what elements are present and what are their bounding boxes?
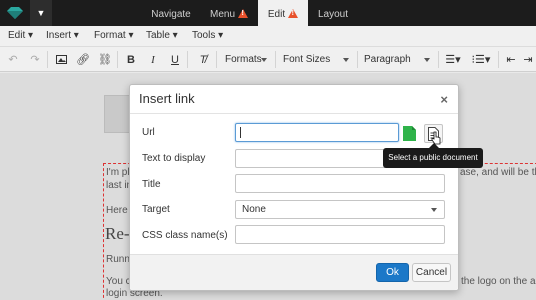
menu-tools-label: Tools [192, 30, 216, 41]
content-line: ase, and will be th [460, 167, 536, 178]
toolbar-divider [498, 51, 499, 68]
underline-button[interactable]: U [164, 50, 186, 69]
tab-navigate-label: Navigate [151, 9, 191, 20]
clear-formatting-button[interactable]: T̸ [192, 50, 214, 69]
tab-navigate[interactable]: Navigate [142, 0, 200, 26]
menu-table-label: Table [146, 30, 170, 41]
tab-layout[interactable]: Layout [310, 0, 356, 26]
italic-button[interactable]: I [142, 50, 164, 69]
close-button[interactable]: × [440, 92, 448, 107]
insert-link-dialog: Insert link × Url Text to display Title … [129, 84, 459, 291]
outdent-icon: ⇤ [506, 54, 516, 66]
menubar: Edit ▾ Insert ▾ Format ▾ Table ▾ Tools ▾ [0, 26, 536, 47]
tooltip: Select a public document [383, 143, 483, 168]
content-line: I'm pl [106, 167, 130, 178]
toolbar-divider [187, 51, 188, 68]
menu-insert-label: Insert [46, 30, 72, 41]
tab-layout-label: Layout [317, 9, 349, 20]
dialog-footer: Ok Cancel [130, 254, 458, 290]
unlink-button[interactable]: ⛓︎ [94, 50, 116, 69]
link-icon: 🔗︎ [76, 54, 90, 66]
text-cursor [240, 127, 241, 138]
chevron-down-icon [261, 58, 267, 62]
tab-edit[interactable]: Edit [258, 0, 308, 26]
menu-edit[interactable]: Edit ▾ [8, 30, 33, 41]
text-to-display-label: Text to display [142, 153, 206, 164]
undo-icon: ↶ [8, 54, 18, 66]
cancel-button[interactable]: Cancel [412, 263, 451, 282]
menu-format[interactable]: Format ▾ [94, 30, 133, 41]
tab-edit-label: Edit [267, 9, 286, 20]
diamond-logo-icon [7, 7, 23, 19]
content-line: You c [106, 276, 131, 287]
chevron-down-icon [343, 58, 349, 62]
dialog-title: Insert link [139, 91, 195, 106]
url-label: Url [142, 127, 155, 138]
toolbar-divider [438, 51, 439, 68]
bold-icon: B [127, 53, 135, 66]
content-heading: Re- [105, 224, 130, 243]
warning-icon [238, 9, 248, 18]
toolbar-divider [275, 51, 276, 68]
menu-format-label: Format [94, 30, 126, 41]
target-value: None [242, 204, 266, 215]
url-input[interactable] [235, 123, 399, 142]
bold-button[interactable]: B [120, 50, 142, 69]
numbered-list-button[interactable]: ☰▾ [440, 50, 466, 69]
editor-toolbar: ↶ ↷ 🔗︎ ⛓︎ B I U T̸ Formats Font Sizes Pa… [0, 47, 536, 72]
file-icon [403, 126, 416, 141]
bullet-list-icon: ⁝☰▾ [471, 54, 491, 66]
formats-dropdown[interactable]: Formats [219, 50, 273, 69]
toolbar-divider [117, 51, 118, 68]
clear-formatting-icon: T̸ [199, 53, 207, 66]
target-select[interactable]: None [235, 200, 445, 219]
formats-label: Formats [225, 54, 262, 65]
app-logo[interactable] [0, 0, 30, 26]
chevron-down-icon [431, 208, 437, 212]
browse-files-button[interactable] [400, 124, 419, 143]
title-input[interactable] [235, 174, 445, 193]
undo-button[interactable]: ↶ [2, 50, 24, 69]
toolbar-divider [216, 51, 217, 68]
font-sizes-label: Font Sizes [283, 54, 331, 65]
outdent-button[interactable]: ⇤ [500, 50, 522, 69]
css-class-input[interactable] [235, 225, 445, 244]
title-label: Title [142, 179, 161, 190]
insert-image-button[interactable] [50, 50, 72, 69]
numbered-list-icon: ☰▾ [445, 54, 461, 66]
paragraph-dropdown[interactable]: Paragraph [358, 50, 436, 69]
menu-insert[interactable]: Insert ▾ [46, 30, 79, 41]
content-line: the logo on the ad [461, 276, 536, 287]
bullet-list-button[interactable]: ⁝☰▾ [468, 50, 494, 69]
dialog-divider [130, 113, 458, 114]
font-sizes-dropdown[interactable]: Font Sizes [277, 50, 355, 69]
paragraph-label: Paragraph [364, 54, 411, 65]
content-line: Here [106, 205, 128, 216]
toolbar-divider [47, 51, 48, 68]
tab-menu[interactable]: Menu [203, 0, 255, 26]
chevron-down-icon [424, 58, 430, 62]
target-label: Target [142, 204, 170, 215]
redo-icon: ↷ [30, 54, 40, 66]
indent-icon: ⇥ [523, 54, 533, 66]
menu-edit-label: Edit [8, 30, 26, 41]
css-class-label: CSS class name(s) [142, 230, 228, 241]
image-icon [55, 55, 67, 64]
warning-icon [288, 9, 299, 18]
menu-table[interactable]: Table ▾ [146, 30, 178, 41]
indent-button[interactable]: ⇥ [520, 50, 536, 69]
insert-link-button[interactable]: 🔗︎ [72, 50, 94, 69]
redo-button[interactable]: ↷ [24, 50, 46, 69]
italic-icon: I [151, 53, 155, 66]
nav-dropdown-button[interactable]: ▼ [30, 0, 52, 26]
unlink-icon: ⛓︎ [98, 54, 112, 66]
underline-icon: U [171, 53, 179, 66]
top-nav: ▼ Navigate Menu Edit Layout [0, 0, 536, 26]
ok-button[interactable]: Ok [376, 263, 409, 282]
tab-menu-label: Menu [209, 9, 235, 20]
menu-tools[interactable]: Tools ▾ [192, 30, 223, 41]
